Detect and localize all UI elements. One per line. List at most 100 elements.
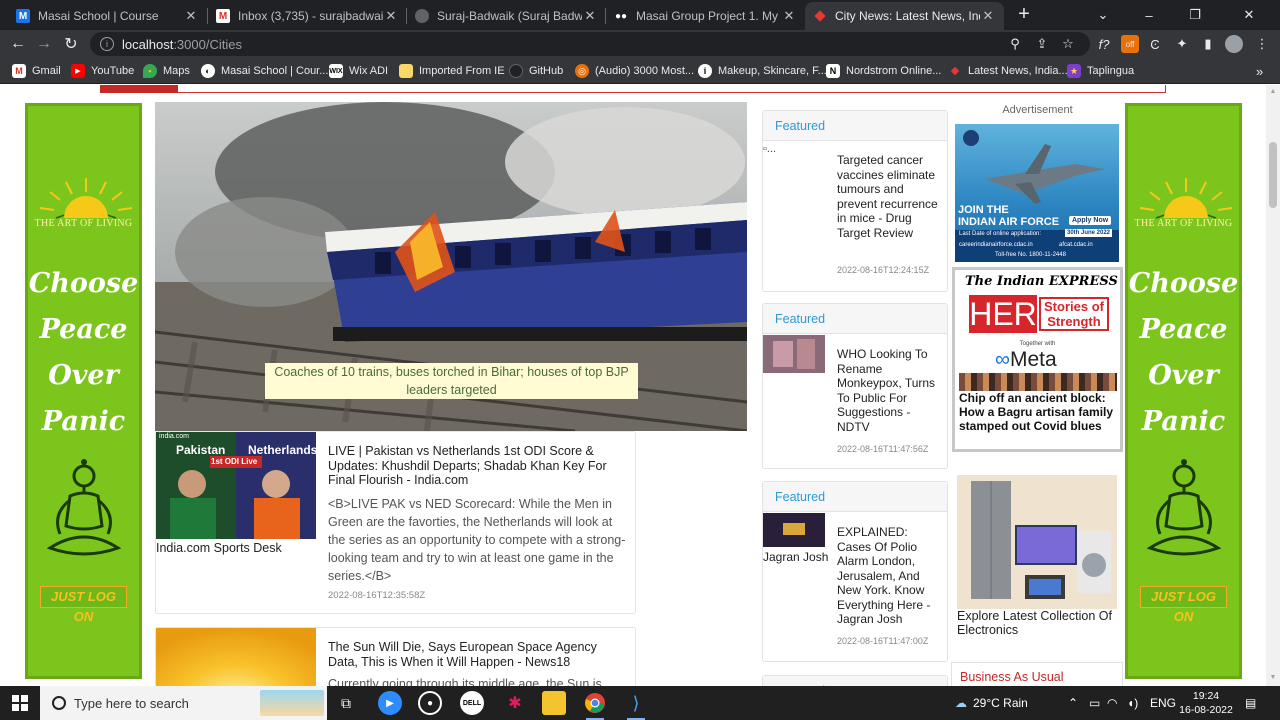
wifi-icon[interactable]: ◠ xyxy=(1107,686,1117,720)
bookmark-masai[interactable]: ◐ Masai School | Cour... xyxy=(201,63,328,79)
featured-card[interactable]: Featured Jagran Josh EXPLAINED: Cases Of… xyxy=(762,481,948,662)
site-info-icon[interactable]: i xyxy=(100,37,114,51)
dell-app-icon[interactable]: DELL xyxy=(460,691,484,715)
featured-thumbnail[interactable] xyxy=(763,335,825,373)
tab-group-project[interactable]: ●● Masai Group Project 1. My first g ✕ xyxy=(606,2,805,30)
zoom-icon[interactable]: ⚲ xyxy=(1007,36,1023,52)
zoom-app-icon[interactable]: ▶ xyxy=(378,691,402,715)
hero-image[interactable]: Coaches of 10 trains, buses torched in B… xyxy=(155,102,747,431)
profile-avatar[interactable] xyxy=(1225,35,1243,53)
tab-masai-course[interactable]: M Masai School | Course ✕ xyxy=(8,2,207,30)
news-thumbnail[interactable]: india.com Pakistan Netherlands 1st ODI L… xyxy=(156,432,316,539)
scroll-thumb[interactable] xyxy=(1269,142,1277,208)
scroll-down-icon[interactable]: ▼ xyxy=(1269,674,1277,682)
translate-extension-icon[interactable]: Ͼ xyxy=(1146,35,1164,53)
banner-org: THE ART OF LIVING xyxy=(34,218,133,229)
off-extension-icon[interactable]: off xyxy=(1121,35,1139,53)
language-indicator[interactable]: ENG xyxy=(1150,686,1176,720)
close-tab-icon[interactable]: ✕ xyxy=(582,8,598,24)
bookmark-wix[interactable]: WIX Wix ADI xyxy=(329,63,388,79)
bookmark-nordstrom[interactable]: N Nordstrom Online... xyxy=(826,63,941,79)
bookmark-star-icon[interactable]: ☆ xyxy=(1060,36,1076,52)
close-tab-icon[interactable]: ✕ xyxy=(980,8,996,24)
tray-chevron-icon[interactable]: ⌃ xyxy=(1068,686,1078,720)
new-tab-button[interactable]: + xyxy=(1013,4,1035,26)
obs-app-icon[interactable]: ● xyxy=(418,691,442,715)
windows-start-icon[interactable] xyxy=(12,695,28,711)
electronics-ad-label[interactable]: Explore Latest Collection Of Electronics xyxy=(957,609,1117,637)
bookmark-taplingua[interactable]: ★ Taplingua xyxy=(1067,63,1134,79)
reload-icon[interactable]: ↻ xyxy=(60,33,82,55)
ie-stories: Stories of Strength xyxy=(1039,297,1109,331)
close-window-button[interactable]: ✕ xyxy=(1226,0,1272,30)
tab-city-news[interactable]: City News: Latest News, India Ne ✕ xyxy=(805,2,1004,30)
menu-kebab-icon[interactable]: ⋮ xyxy=(1253,35,1271,53)
close-tab-icon[interactable]: ✕ xyxy=(383,8,399,24)
indian-air-force-ad[interactable]: JOIN THE INDIAN AIR FORCE Apply Now Last… xyxy=(955,124,1119,262)
back-arrow-icon[interactable]: ← xyxy=(7,33,29,55)
slack-app-icon[interactable]: ✱ xyxy=(503,691,527,715)
banner-cta-button[interactable]: JUST LOG ON xyxy=(40,586,127,624)
weather-widget[interactable]: ☁ 29°C Rain xyxy=(955,686,1028,720)
github-favicon-icon xyxy=(415,9,429,23)
chevron-down-icon[interactable]: ⌄ xyxy=(1080,0,1126,30)
tray-battery-icon[interactable]: ▭ xyxy=(1089,686,1100,720)
close-tab-icon[interactable]: ✕ xyxy=(183,8,199,24)
restore-button[interactable]: ❐ xyxy=(1172,0,1218,30)
font-extension-icon[interactable]: f? xyxy=(1095,35,1113,53)
featured-thumbnail[interactable] xyxy=(763,513,825,547)
banner-org: THE ART OF LIVING xyxy=(1134,218,1233,229)
vscode-app-icon[interactable]: ⟩ xyxy=(624,691,648,720)
featured-title[interactable]: WHO Looking To Rename Monkeypox, Turns T… xyxy=(837,347,943,434)
bookmark-makeup[interactable]: i Makeup, Skincare, F... xyxy=(698,63,827,79)
business-as-usual-heading[interactable]: Business As Usual xyxy=(951,662,1123,686)
news-thumbnail[interactable] xyxy=(156,628,316,686)
featured-card[interactable]: Featured xyxy=(762,675,948,686)
chrome-app-icon[interactable] xyxy=(583,691,607,720)
notifications-icon[interactable]: ▤ xyxy=(1245,686,1256,720)
page-scrollbar[interactable]: ▲ ▼ xyxy=(1266,85,1280,686)
iaf-last-date-label: Last Date of online application: xyxy=(959,231,1042,237)
hero-caption[interactable]: Coaches of 10 trains, buses torched in B… xyxy=(265,363,638,399)
news-title[interactable]: LIVE | Pakistan vs Netherlands 1st ODI S… xyxy=(328,444,623,488)
tab-gmail-inbox[interactable]: M Inbox (3,735) - surajbadwaik0309 ✕ xyxy=(208,2,407,30)
volume-icon[interactable]: ◖) xyxy=(1127,686,1138,720)
top-nav-logo-block[interactable] xyxy=(100,85,178,93)
bookmark-youtube[interactable]: ▶ YouTube xyxy=(71,63,134,79)
iaf-apply-button[interactable]: Apply Now xyxy=(1069,216,1112,225)
bookmark-imported[interactable]: Imported From IE xyxy=(399,63,505,79)
right-side-banner-ad[interactable]: THE ART OF LIVING Choose Peace Over Pani… xyxy=(1125,103,1242,679)
taskbar-clock[interactable]: 19:24 16-08-2022 xyxy=(1178,689,1234,717)
indian-express-ad[interactable]: The Indian EXPRESS HER Stories of Streng… xyxy=(952,267,1123,452)
file-explorer-icon[interactable] xyxy=(542,691,566,715)
close-tab-icon[interactable]: ✕ xyxy=(781,8,797,24)
share-icon[interactable]: ⇪ xyxy=(1034,36,1050,52)
windows-taskbar: Type here to search ⧉ ▶ ● DELL ✱ ⟩ ☁ 29°C… xyxy=(0,686,1280,720)
news-title[interactable]: The Sun Will Die, Says European Space Ag… xyxy=(328,640,623,669)
minimize-button[interactable]: – xyxy=(1126,0,1172,30)
news-card[interactable]: india.com Pakistan Netherlands 1st ODI L… xyxy=(155,431,636,614)
extensions-puzzle-icon[interactable]: ✦ xyxy=(1173,35,1191,53)
electronics-ad-image[interactable] xyxy=(957,475,1117,609)
task-view-icon[interactable]: ⧉ xyxy=(334,691,358,715)
banner-cta-button[interactable]: JUST LOG ON xyxy=(1140,586,1227,624)
side-panel-icon[interactable]: ▮ xyxy=(1199,35,1217,53)
bookmark-github[interactable]: GitHub xyxy=(509,63,563,79)
forward-arrow-icon[interactable]: → xyxy=(33,33,55,55)
search-highlight-image[interactable] xyxy=(260,690,324,716)
scroll-up-icon[interactable]: ▲ xyxy=(1269,88,1277,96)
featured-title[interactable]: EXPLAINED: Cases Of Polio Alarm London, … xyxy=(837,525,943,627)
bookmark-latest-news[interactable]: Latest News, India... xyxy=(948,63,1068,79)
featured-title[interactable]: Targeted cancer vaccines eliminate tumou… xyxy=(837,153,943,240)
featured-card[interactable]: Featured ▫... Targeted cancer vaccines e… xyxy=(762,110,948,292)
left-side-banner-ad[interactable]: THE ART OF LIVING Choose Peace Over Pani… xyxy=(25,103,142,679)
address-bar[interactable]: i localhost:3000/Cities xyxy=(90,32,1090,56)
bookmark-audio[interactable]: ◎ (Audio) 3000 Most... xyxy=(575,63,694,79)
featured-card[interactable]: Featured WHO Looking To Rename Monkeypox… xyxy=(762,303,948,469)
taskbar-search[interactable]: Type here to search xyxy=(40,686,327,720)
bookmark-gmail[interactable]: M Gmail xyxy=(12,63,61,79)
tab-github-profile[interactable]: Suraj-Badwaik (Suraj Badwaik) ✕ xyxy=(407,2,606,30)
bookmarks-overflow-button[interactable]: » xyxy=(1256,63,1263,79)
news-card[interactable]: The Sun Will Die, Says European Space Ag… xyxy=(155,627,636,686)
bookmark-maps[interactable]: • Maps xyxy=(143,63,190,79)
